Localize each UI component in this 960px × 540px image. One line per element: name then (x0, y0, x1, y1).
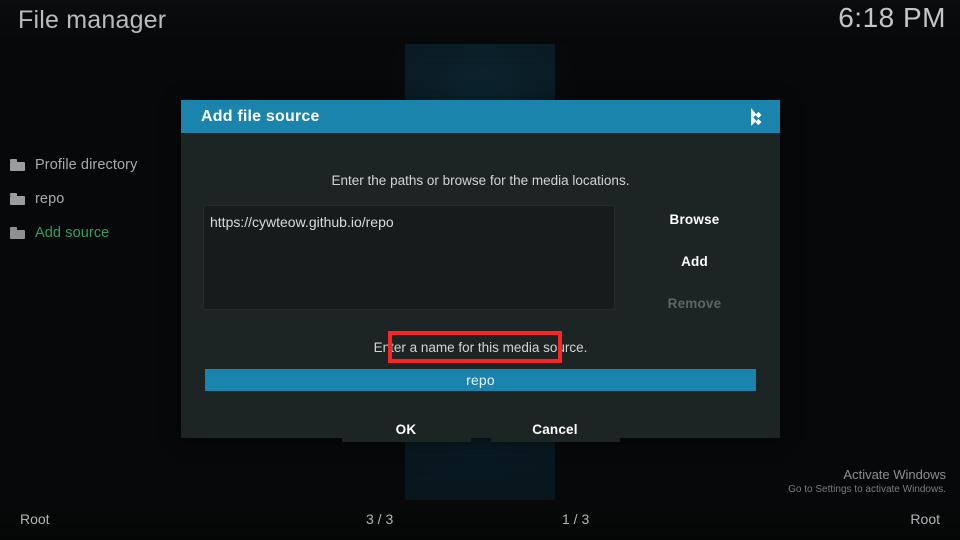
sidebar-item-label: repo (35, 191, 65, 207)
dialog-action-row: OK Cancel (181, 416, 780, 442)
sidebar-item-profile-directory[interactable]: Profile directory (0, 148, 178, 182)
paths-hint-label: Enter the paths or browse for the media … (331, 173, 630, 188)
ok-button[interactable]: OK (341, 416, 471, 442)
sidebar-item-add-source[interactable]: Add source (0, 216, 178, 250)
source-name-value: repo (466, 372, 495, 388)
browse-button[interactable]: Browse (630, 205, 759, 233)
watermark-subtitle: Go to Settings to activate Windows. (788, 484, 946, 495)
dialog-body: Enter the paths or browse for the media … (181, 133, 780, 442)
sidebar: Profile directory repo Add source (0, 148, 178, 250)
folder-icon (10, 193, 25, 205)
kodi-logo-icon (745, 106, 767, 128)
status-right-count: 1 / 3 (562, 511, 590, 527)
sidebar-item-label: Profile directory (35, 157, 138, 173)
status-left-path: Root (20, 511, 50, 527)
add-file-source-dialog: Add file source Enter the paths or brows… (181, 100, 780, 442)
path-list[interactable]: https://cywteow.github.io/repo (203, 205, 615, 310)
folder-icon (10, 159, 25, 171)
background-line (410, 478, 505, 479)
background-line (410, 95, 520, 96)
sidebar-item-label: Add source (35, 225, 110, 241)
sidebar-item-repo[interactable]: repo (0, 182, 178, 216)
background-line (410, 60, 540, 61)
dialog-header: Add file source (181, 100, 780, 133)
list-item[interactable]: https://cywteow.github.io/repo (204, 206, 614, 230)
add-button[interactable]: Add (630, 247, 759, 275)
page-title: File manager (18, 6, 167, 34)
folder-icon (10, 227, 25, 239)
kodi-file-manager-screen: File manager 6:18 PM Profile directory r… (0, 0, 960, 540)
path-actions-column: Browse Add Remove (630, 205, 759, 331)
dialog-title: Add file source (201, 107, 320, 125)
name-hint-label: Enter a name for this media source. (373, 340, 588, 355)
top-header-bar: File manager 6:18 PM (0, 0, 960, 44)
clock: 6:18 PM (838, 2, 946, 33)
background-line (410, 455, 530, 456)
status-left-count: 3 / 3 (366, 511, 394, 527)
cancel-button[interactable]: Cancel (490, 416, 620, 442)
status-bar: Root 3 / 3 1 / 3 Root (0, 500, 960, 540)
source-name-input[interactable]: repo (205, 369, 756, 391)
watermark-title: Activate Windows (843, 466, 946, 482)
windows-activation-watermark: Activate Windows Go to Settings to activ… (788, 467, 946, 496)
remove-button: Remove (630, 289, 759, 317)
status-right-path: Root (910, 511, 940, 527)
